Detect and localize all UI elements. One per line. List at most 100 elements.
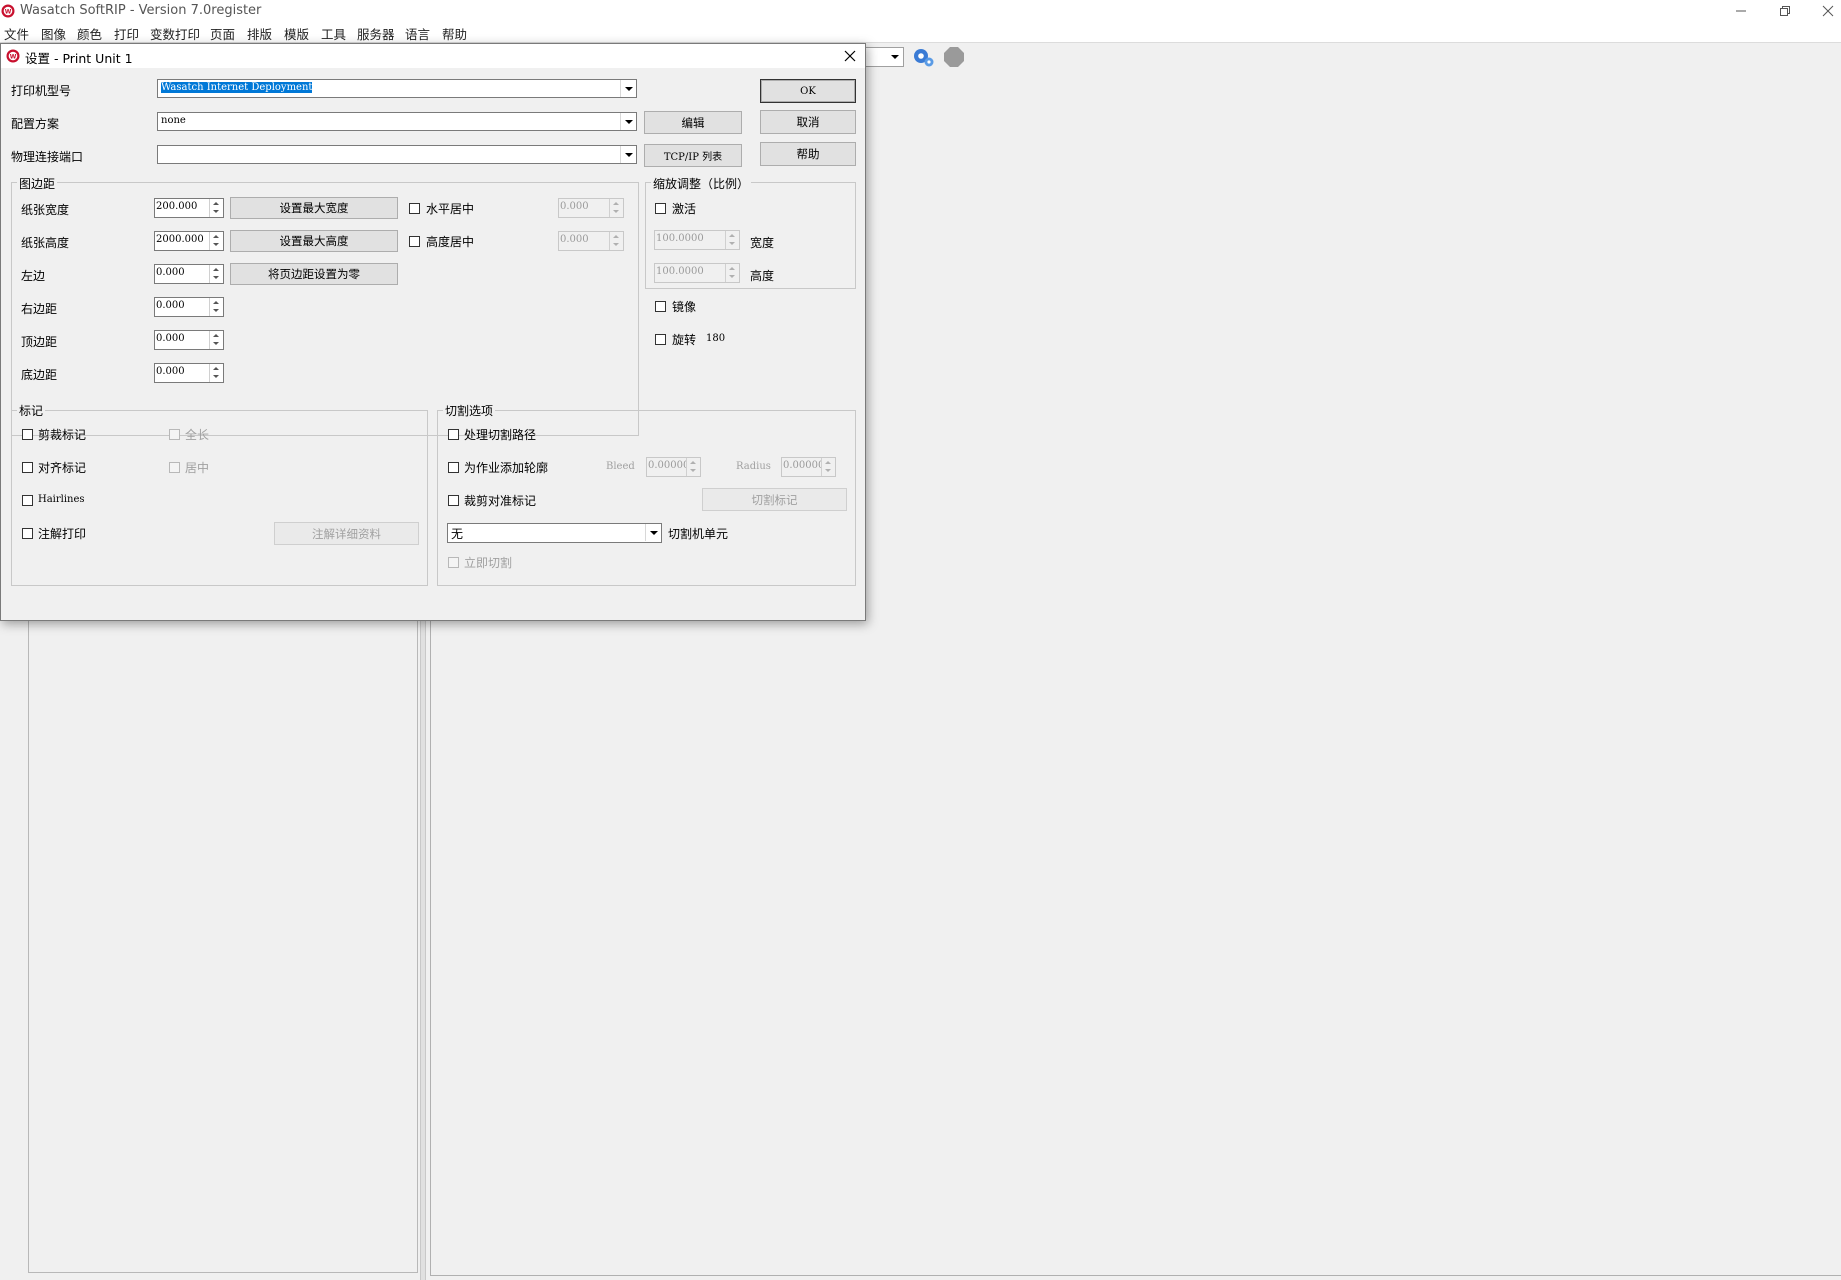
menu-color[interactable]: 颜色: [77, 24, 102, 43]
annotate-checkbox[interactable]: [22, 528, 33, 539]
top-margin-input[interactable]: 0.000: [154, 330, 224, 350]
menu-page[interactable]: 页面: [210, 24, 235, 43]
svg-text:W: W: [5, 9, 12, 16]
dialog-title: 设置 - Print Unit 1: [25, 51, 133, 66]
paper-height-input[interactable]: 2000.000: [154, 231, 224, 251]
add-contour-checkbox[interactable]: [448, 462, 459, 473]
spinner-arrows-icon[interactable]: [209, 331, 223, 349]
spinner-arrows-icon[interactable]: [821, 458, 835, 476]
bottom-margin-value: 0.000: [156, 366, 185, 377]
dialog-close-button[interactable]: [839, 46, 861, 66]
bleed-input[interactable]: 0.00000: [646, 457, 701, 477]
h-center-checkbox[interactable]: [409, 203, 420, 214]
port-label: 物理连接端口: [11, 150, 84, 164]
right-margin-label: 右边距: [21, 302, 58, 316]
bottom-margin-input[interactable]: 0.000: [154, 363, 224, 383]
process-cut-path-checkbox[interactable]: [448, 429, 459, 440]
menu-image[interactable]: 图像: [41, 24, 66, 43]
rotate-checkbox[interactable]: [655, 334, 666, 345]
crop-marks-checkbox[interactable]: [22, 429, 33, 440]
hairlines-label: Hairlines: [38, 494, 85, 505]
minimize-button[interactable]: [1719, 0, 1763, 22]
cancel-button[interactable]: 取消: [760, 110, 856, 134]
top-margin-label: 顶边距: [21, 335, 58, 349]
zero-margins-button[interactable]: 将页边距设置为零: [230, 263, 398, 285]
chevron-down-icon: [620, 113, 636, 130]
cut-marks-button[interactable]: 切割标记: [702, 488, 847, 511]
spinner-arrows-icon[interactable]: [209, 265, 223, 283]
printer-model-label: 打印机型号: [11, 84, 72, 98]
config-select[interactable]: none: [157, 112, 637, 131]
menu-template[interactable]: 模版: [284, 24, 309, 43]
menu-variable-print[interactable]: 变数打印: [150, 24, 200, 43]
spinner-arrows-icon[interactable]: [725, 231, 739, 249]
restore-button[interactable]: [1763, 0, 1807, 22]
align-marks-checkbox[interactable]: [22, 462, 33, 473]
cutter-select[interactable]: 无: [447, 523, 662, 543]
spinner-arrows-icon[interactable]: [209, 298, 223, 316]
menu-print[interactable]: 打印: [114, 24, 139, 43]
spinner-arrows-icon[interactable]: [609, 199, 623, 217]
scaling-activate-checkbox[interactable]: [655, 203, 666, 214]
printer-select[interactable]: [860, 47, 904, 67]
spinner-arrows-icon[interactable]: [725, 264, 739, 282]
spinner-arrows-icon[interactable]: [209, 232, 223, 250]
radius-input[interactable]: 0.00000: [781, 457, 836, 477]
center-marks-label: 居中: [185, 461, 210, 475]
set-max-height-button[interactable]: 设置最大高度: [230, 230, 398, 252]
cut-immediately-checkbox[interactable]: [448, 557, 459, 568]
app-close-button[interactable]: [1806, 0, 1841, 22]
chevron-down-icon: [888, 49, 902, 65]
printer-model-select[interactable]: Wasatch Internet Deployment: [157, 79, 637, 98]
scaling-group-title: 缩放调整（比例）: [651, 175, 752, 192]
spinner-arrows-icon[interactable]: [209, 364, 223, 382]
center-marks-checkbox[interactable]: [169, 462, 180, 473]
menu-layout[interactable]: 排版: [247, 24, 272, 43]
port-select[interactable]: [157, 145, 637, 164]
radius-label: Radius: [736, 461, 771, 472]
crop-register-marks-checkbox[interactable]: [448, 495, 459, 506]
bottom-margin-label: 底边距: [21, 368, 58, 382]
h-center-input[interactable]: 0.000: [558, 198, 624, 218]
ok-button[interactable]: OK: [760, 79, 856, 103]
paper-height-label: 纸张高度: [21, 236, 70, 250]
full-length-label: 全长: [185, 428, 210, 442]
full-length-checkbox[interactable]: [169, 429, 180, 440]
spinner-arrows-icon[interactable]: [686, 458, 700, 476]
spinner-arrows-icon[interactable]: [209, 199, 223, 217]
svg-text:W: W: [10, 54, 17, 61]
menu-tools[interactable]: 工具: [321, 24, 346, 43]
tcpip-list-button[interactable]: TCP/IP 列表: [644, 144, 742, 167]
menubar: [0, 22, 1841, 43]
hairlines-checkbox[interactable]: [22, 495, 33, 506]
edit-button[interactable]: 编辑: [644, 111, 742, 134]
menu-server[interactable]: 服务器: [357, 24, 395, 43]
scale-width-input[interactable]: 100.0000: [654, 230, 740, 250]
help-button[interactable]: 帮助: [760, 142, 856, 166]
paper-width-input[interactable]: 200.000: [154, 198, 224, 218]
annotate-details-button[interactable]: 注解详细资料: [274, 522, 419, 545]
menu-help[interactable]: 帮助: [442, 24, 467, 43]
chevron-down-icon: [620, 80, 636, 97]
config-value: none: [161, 115, 186, 126]
mirror-checkbox[interactable]: [655, 301, 666, 312]
scaling-activate-label: 激活: [672, 202, 697, 216]
v-center-checkbox[interactable]: [409, 236, 420, 247]
menu-language[interactable]: 语言: [405, 24, 430, 43]
scale-height-input[interactable]: 100.0000: [654, 263, 740, 283]
bleed-label: Bleed: [606, 461, 635, 472]
right-margin-input[interactable]: 0.000: [154, 297, 224, 317]
margins-group-title: 图边距: [17, 175, 58, 192]
scale-width-value: 100.0000: [656, 233, 704, 244]
left-margin-input[interactable]: 0.000: [154, 264, 224, 284]
annotate-label: 注解打印: [38, 527, 87, 541]
scale-width-label: 宽度: [750, 236, 775, 250]
pane-splitter[interactable]: [420, 620, 426, 1280]
set-max-width-button[interactable]: 设置最大宽度: [230, 197, 398, 219]
menu-file[interactable]: 文件: [4, 24, 29, 43]
spinner-arrows-icon[interactable]: [609, 232, 623, 250]
scale-height-label: 高度: [750, 269, 775, 283]
v-center-input[interactable]: 0.000: [558, 231, 624, 251]
stop-icon[interactable]: [942, 45, 966, 69]
gear-icon[interactable]: [911, 45, 935, 69]
